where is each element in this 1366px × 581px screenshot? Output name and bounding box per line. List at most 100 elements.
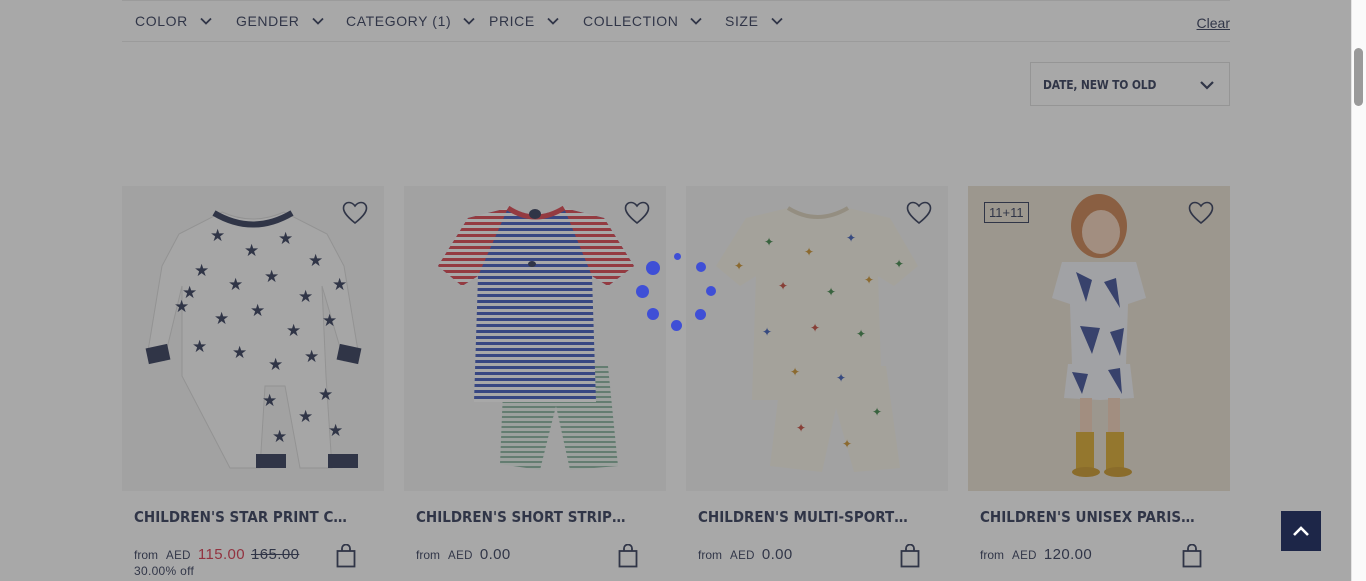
product-price: from AED 0.00: [698, 546, 793, 563]
product-price: from AED 120.00: [980, 546, 1092, 563]
product-image[interactable]: ★ ★ ★ ★ ★ ★ ★ ★ ★ ★ ★ ★ ★ ★ ★ ★ ★ ★ ★ ★ ★ ★ ★ ★: [122, 186, 384, 491]
filter-size-label: SIZE: [725, 13, 759, 29]
svg-text:★: ★: [244, 241, 259, 261]
svg-text:✦: ✦: [734, 259, 744, 273]
sports-print-pyjama-illustration: ✦ ✦ ✦ ✦ ✦ ✦ ✦ ✦ ✦ ✦ ✦ ✦ ✦ ✦ ✦ ✦: [716, 206, 918, 472]
svg-text:★: ★: [194, 261, 209, 281]
svg-text:★: ★: [298, 287, 313, 307]
svg-text:★: ★: [304, 347, 319, 367]
svg-text:★: ★: [192, 337, 207, 357]
svg-text:✦: ✦: [810, 321, 820, 335]
svg-text:★: ★: [264, 267, 279, 287]
currency-label: AED: [1012, 550, 1037, 562]
svg-text:✦: ✦: [790, 365, 800, 379]
product-price: from AED 0.00: [416, 546, 511, 563]
filter-size[interactable]: SIZE: [725, 13, 783, 29]
product-badge: 11+11: [984, 202, 1029, 223]
filter-price-label: PRICE: [489, 13, 535, 29]
svg-text:✦: ✦: [804, 245, 814, 259]
svg-text:★: ★: [232, 343, 247, 363]
filter-bar: COLOR GENDER CATEGORY (1) PRICE COLLECTI…: [122, 0, 1230, 42]
svg-text:★: ★: [286, 321, 301, 341]
svg-text:✦: ✦: [764, 235, 774, 249]
product-title[interactable]: CHILDREN'S UNISEX PARIS COTTO...: [980, 508, 1196, 526]
svg-text:★: ★: [272, 427, 287, 447]
currency-label: AED: [730, 550, 755, 562]
svg-text:★: ★: [210, 226, 225, 246]
svg-text:✦: ✦: [864, 273, 874, 287]
product-image[interactable]: 11+11: [968, 186, 1230, 491]
svg-text:★: ★: [228, 275, 243, 295]
sort-selected-label: DATE, NEW TO OLD: [1043, 76, 1157, 92]
filter-collection-label: COLLECTION: [583, 13, 679, 29]
currency-label: AED: [448, 550, 473, 562]
chevron-down-icon: [311, 17, 324, 25]
shopping-bag-icon[interactable]: [1182, 544, 1202, 568]
product-image[interactable]: [404, 186, 666, 491]
currency-label: AED: [166, 550, 191, 562]
scrollbar-thumb[interactable]: [1354, 48, 1363, 106]
price-value: 120.00: [1043, 546, 1093, 563]
svg-text:★: ★: [214, 309, 229, 329]
price-from-label: from: [698, 548, 722, 562]
svg-text:★: ★: [262, 391, 277, 411]
svg-text:✦: ✦: [894, 257, 904, 271]
svg-text:✦: ✦: [856, 327, 866, 341]
chevron-down-icon: [690, 17, 703, 25]
back-to-top-button[interactable]: [1281, 511, 1321, 551]
product-title[interactable]: CHILDREN'S SHORT STRIPY...: [416, 508, 632, 526]
product-price: from AED 115.00 165.00: [134, 546, 299, 563]
svg-text:✦: ✦: [826, 285, 836, 299]
heart-icon[interactable]: [342, 201, 368, 225]
svg-text:✦: ✦: [796, 421, 806, 435]
svg-text:★: ★: [278, 229, 293, 249]
shopping-bag-icon[interactable]: [618, 544, 638, 568]
svg-text:★: ★: [318, 385, 333, 405]
price-from-label: from: [980, 548, 1004, 562]
filter-color-label: COLOR: [135, 13, 188, 29]
shopping-bag-icon[interactable]: [336, 544, 356, 568]
clear-filters-link[interactable]: Clear: [1197, 15, 1230, 31]
chevron-down-icon: [463, 17, 475, 25]
price-from-label: from: [416, 548, 440, 562]
loading-spinner-icon: [634, 250, 718, 334]
svg-text:★: ★: [268, 355, 283, 375]
chevron-down-icon: [770, 17, 783, 25]
sale-price: 115.00: [197, 546, 246, 563]
heart-icon[interactable]: [1188, 201, 1214, 225]
svg-text:✦: ✦: [846, 231, 856, 245]
product-image[interactable]: ✦ ✦ ✦ ✦ ✦ ✦ ✦ ✦ ✦ ✦ ✦ ✦ ✦ ✦ ✦ ✦: [686, 186, 948, 491]
svg-text:★: ★: [322, 311, 337, 331]
product-title[interactable]: CHILDREN'S MULTI-SPORTS PRINT...: [698, 508, 914, 526]
svg-text:✦: ✦: [762, 325, 772, 339]
sort-dropdown[interactable]: DATE, NEW TO OLD: [1030, 62, 1230, 106]
svg-text:★: ★: [298, 407, 313, 427]
chevron-up-icon: [1293, 526, 1309, 536]
product-title[interactable]: CHILDREN'S STAR PRINT COTTON...: [134, 508, 350, 526]
filter-gender[interactable]: GENDER: [236, 13, 324, 29]
star-pyjama-illustration: ★★★★ ★★ ★★ ★★ ★★ ★★ ★★ ★★ ★★ ★★★ ★: [145, 210, 362, 469]
price-value: 0.00: [761, 546, 793, 563]
svg-text:★: ★: [328, 421, 343, 441]
heart-icon[interactable]: [624, 201, 650, 225]
svg-text:✦: ✦: [872, 405, 882, 419]
original-price: 165.00: [251, 546, 300, 563]
svg-text:✦: ✦: [836, 371, 846, 385]
heart-icon[interactable]: [906, 201, 932, 225]
filter-gender-label: GENDER: [236, 13, 300, 29]
filter-category[interactable]: CATEGORY (1): [346, 13, 475, 29]
filter-color[interactable]: COLOR: [135, 13, 212, 29]
chevron-down-icon: [1200, 81, 1214, 90]
shopping-bag-icon[interactable]: [900, 544, 920, 568]
discount-label: 30.00% off: [134, 564, 195, 578]
svg-text:✦: ✦: [778, 279, 788, 293]
child-model-photo: [968, 186, 1230, 491]
filter-collection[interactable]: COLLECTION: [583, 13, 703, 29]
svg-text:★: ★: [250, 301, 265, 321]
filter-category-label: CATEGORY (1): [346, 13, 452, 29]
svg-text:★: ★: [332, 275, 347, 295]
chevron-down-icon: [200, 17, 212, 25]
chevron-down-icon: [547, 17, 559, 25]
svg-text:★: ★: [182, 283, 197, 303]
filter-price[interactable]: PRICE: [489, 13, 559, 29]
